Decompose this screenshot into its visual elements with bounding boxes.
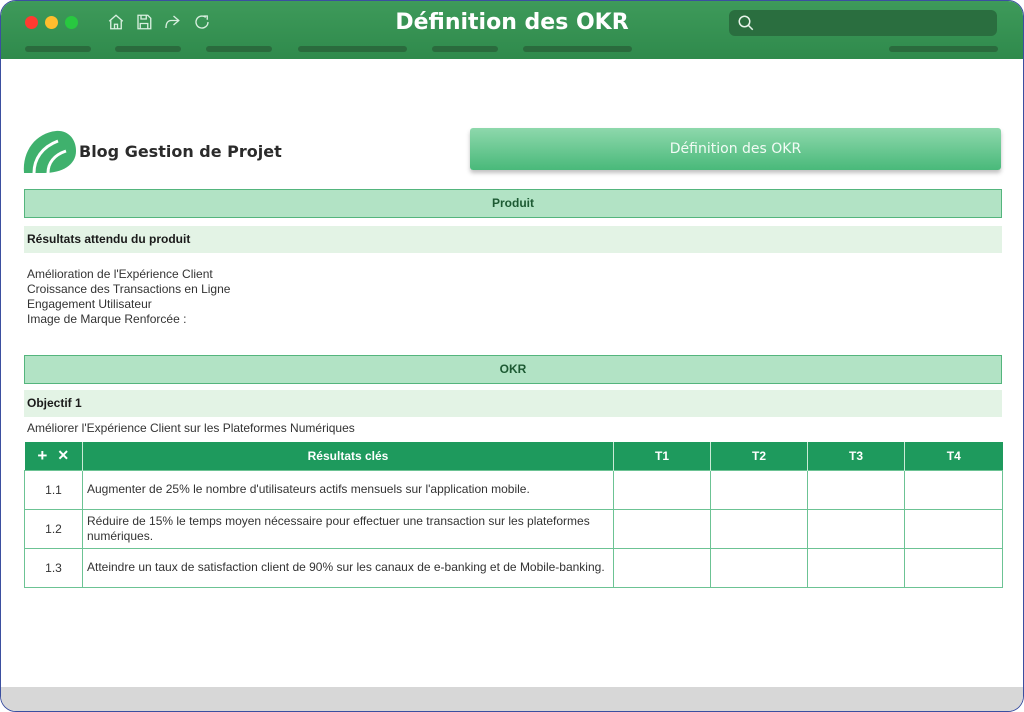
t4-cell[interactable]	[904, 469, 1003, 510]
okr-band: OKR	[24, 355, 1002, 384]
column-header-t3: T3	[807, 442, 905, 470]
menu-bar-item[interactable]	[523, 46, 632, 52]
key-results-table: + ✕ Résultats clés T1 T2 T3 T4 1.1 Augme…	[24, 442, 1003, 588]
t3-cell[interactable]	[807, 508, 905, 549]
key-result-cell[interactable]: Atteindre un taux de satisfaction client…	[82, 547, 614, 588]
list-item: Amélioration de l'Expérience Client	[27, 267, 213, 281]
t2-cell[interactable]	[710, 469, 808, 510]
column-header-t4: T4	[904, 442, 1003, 470]
table-header-row: + ✕ Résultats clés T1 T2 T3 T4	[24, 442, 1003, 470]
app-window: Définition des OKR Blog Gestion de Proje…	[0, 0, 1024, 712]
search-input[interactable]	[759, 13, 989, 33]
column-header-t2: T2	[710, 442, 808, 470]
list-item: Engagement Utilisateur	[27, 297, 152, 311]
table-row: 1.3 Atteindre un taux de satisfaction cl…	[24, 547, 1003, 588]
logo-text: Blog Gestion de Projet	[79, 142, 282, 161]
t3-cell[interactable]	[807, 469, 905, 510]
menu-bar-item[interactable]	[25, 46, 91, 52]
column-header-t1: T1	[613, 442, 711, 470]
row-number: 1.1	[24, 469, 83, 510]
row-number: 1.3	[24, 547, 83, 588]
t4-cell[interactable]	[904, 508, 1003, 549]
add-row-button[interactable]: +	[37, 447, 47, 464]
search-icon	[737, 14, 755, 32]
menu-bar-item[interactable]	[115, 46, 181, 52]
list-item: Croissance des Transactions en Ligne	[27, 282, 231, 296]
objective-description: Améliorer l'Expérience Client sur les Pl…	[27, 421, 355, 435]
t1-cell[interactable]	[613, 547, 711, 588]
sheet-content: Blog Gestion de Projet Définition des OK…	[1, 59, 1023, 687]
okr-header-button[interactable]: Définition des OKR	[470, 128, 1001, 170]
t4-cell[interactable]	[904, 547, 1003, 588]
produit-band: Produit	[24, 189, 1002, 218]
menu-bar-item[interactable]	[889, 46, 998, 52]
table-row: 1.2 Réduire de 15% le temps moyen nécess…	[24, 508, 1003, 549]
key-result-cell[interactable]: Réduire de 15% le temps moyen nécessaire…	[82, 508, 614, 549]
horizontal-scrollbar[interactable]	[1, 687, 1023, 711]
menu-bar-item[interactable]	[298, 46, 407, 52]
objective-label: Objectif 1	[24, 390, 1002, 417]
expected-results-list: Amélioration de l'Expérience Client Croi…	[27, 267, 230, 327]
actions-header: + ✕	[24, 442, 83, 470]
t3-cell[interactable]	[807, 547, 905, 588]
t2-cell[interactable]	[710, 547, 808, 588]
leaf-logo-icon	[23, 130, 77, 174]
search-box[interactable]	[729, 10, 997, 36]
column-header-results: Résultats clés	[82, 442, 614, 470]
menu-bar-item[interactable]	[206, 46, 272, 52]
title-bar: Définition des OKR	[1, 1, 1023, 59]
remove-row-button[interactable]: ✕	[57, 447, 69, 464]
produit-subtitle: Résultats attendu du produit	[24, 226, 1002, 253]
t1-cell[interactable]	[613, 469, 711, 510]
brand-logo: Blog Gestion de Projet	[22, 129, 282, 175]
row-number: 1.2	[24, 508, 83, 549]
t2-cell[interactable]	[710, 508, 808, 549]
key-result-cell[interactable]: Augmenter de 25% le nombre d'utilisateur…	[82, 469, 614, 510]
menu-bar-item[interactable]	[432, 46, 498, 52]
list-item: Image de Marque Renforcée :	[27, 312, 187, 326]
t1-cell[interactable]	[613, 508, 711, 549]
table-row: 1.1 Augmenter de 25% le nombre d'utilisa…	[24, 469, 1003, 510]
